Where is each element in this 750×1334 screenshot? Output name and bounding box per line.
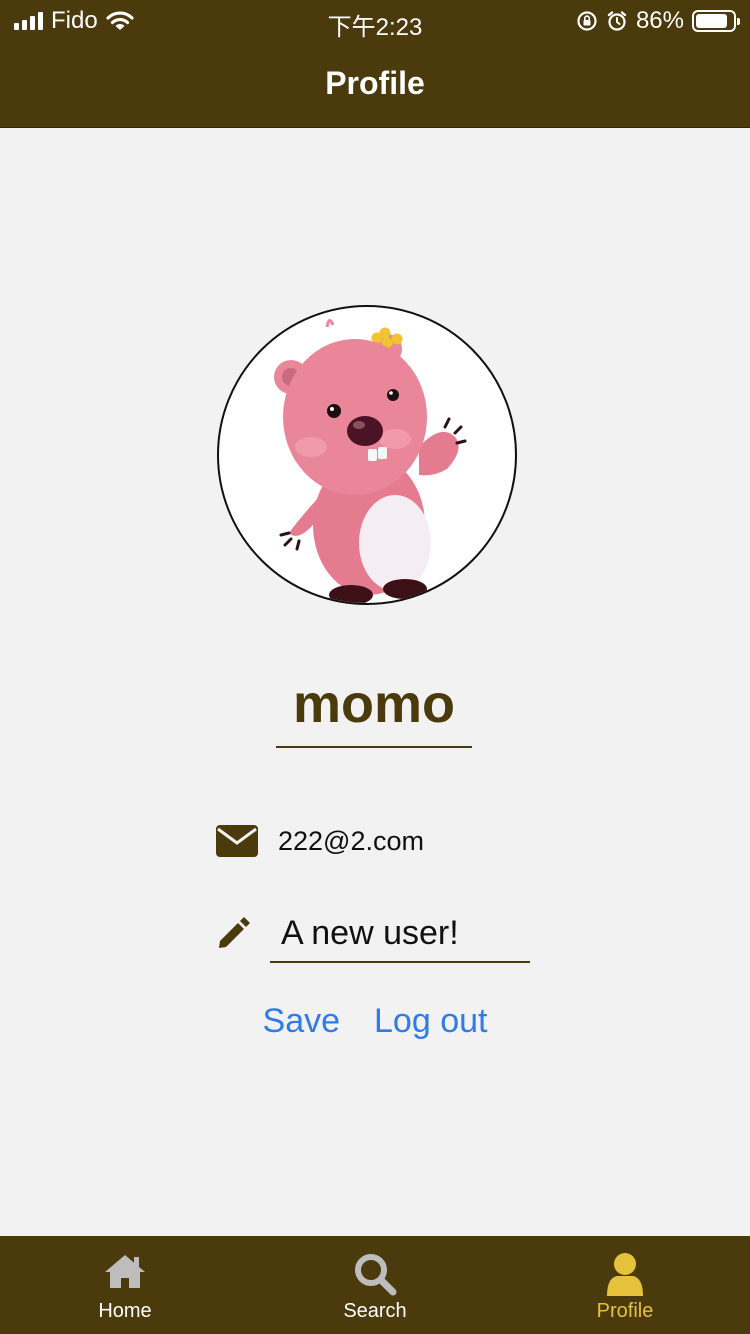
search-icon [355, 1254, 397, 1296]
tab-bar: Home Search Profile [0, 1236, 750, 1334]
save-button[interactable]: Save [263, 1002, 341, 1041]
logout-button[interactable]: Log out [374, 1002, 487, 1041]
status-right: 86% [576, 7, 740, 35]
tab-home[interactable]: Home [0, 1236, 250, 1334]
bio-row [216, 905, 530, 963]
tab-search-label: Search [343, 1300, 407, 1322]
header-bar: Profile [0, 40, 750, 128]
email-text: 222@2.com [278, 825, 424, 856]
envelope-icon [216, 825, 258, 857]
alarm-icon [607, 11, 627, 31]
bio-input[interactable] [270, 905, 530, 963]
tab-profile[interactable]: Profile [500, 1236, 750, 1334]
battery-icon [692, 10, 740, 32]
person-icon [607, 1253, 643, 1296]
avatar[interactable] [217, 305, 517, 605]
page-title: Profile [325, 65, 425, 101]
action-row: Save Log out [0, 1002, 750, 1041]
battery-percent: 86% [635, 7, 684, 34]
pink-beaver-avatar-image [274, 319, 467, 603]
tab-profile-label: Profile [596, 1300, 654, 1322]
tab-home-label: Home [98, 1300, 152, 1322]
tab-search[interactable]: Search [250, 1236, 500, 1334]
status-bar: Fido 下午2:23 86% [0, 0, 750, 41]
home-icon [105, 1255, 145, 1288]
username[interactable]: momo [276, 668, 472, 748]
orientation-lock-icon [577, 11, 597, 31]
email-row: 222@2.com [216, 818, 424, 864]
pencil-icon [219, 917, 250, 948]
